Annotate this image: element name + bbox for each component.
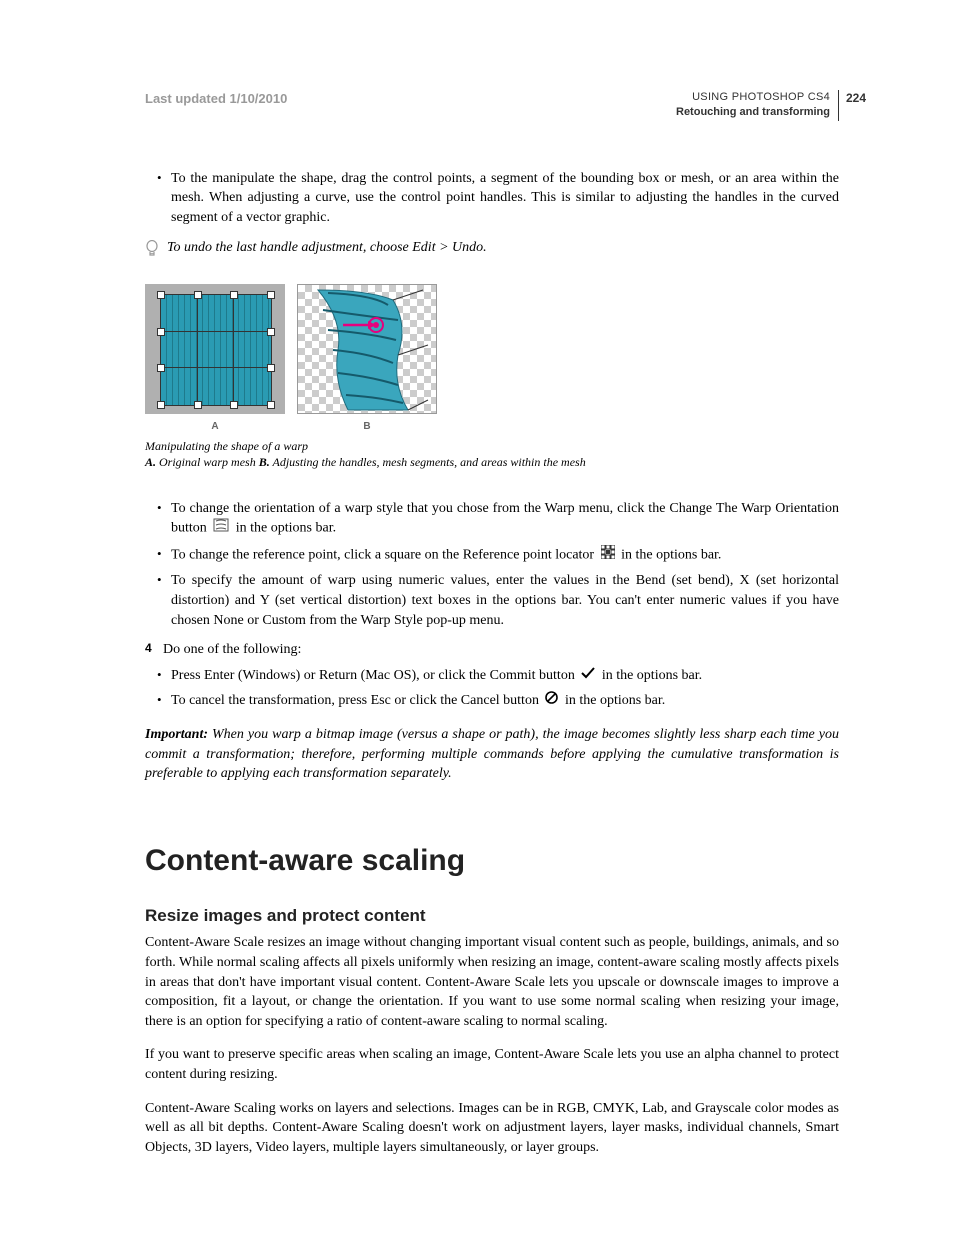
figure-caption-keys: A. Original warp mesh B. Adjusting the h…: [145, 454, 839, 470]
step-number: 4: [145, 640, 163, 660]
figure-row: A B: [145, 284, 839, 434]
bullet-text: Press Enter (Windows) or Return (Mac OS)…: [171, 666, 839, 686]
bullet-item: • To change the orientation of a warp st…: [157, 499, 839, 539]
section-heading: Content-aware scaling: [145, 840, 839, 882]
bullet-marker: •: [157, 499, 171, 539]
body-paragraph: Content-Aware Scale resizes an image wit…: [145, 933, 839, 1031]
important-label: Important:: [145, 727, 212, 742]
bullet-marker: •: [157, 691, 171, 711]
figure-panel-a: A: [145, 284, 285, 434]
figure-caption-title: Manipulating the shape of a warp: [145, 438, 839, 454]
chapter-title: Retouching and transforming: [676, 105, 830, 120]
important-body: When you warp a bitmap image (versus a s…: [145, 727, 839, 781]
bullet-text: To specify the amount of warp using nume…: [171, 571, 839, 630]
lightbulb-icon: [145, 238, 167, 265]
body-paragraph: Content-Aware Scaling works on layers an…: [145, 1099, 839, 1158]
bullet-text: To change the reference point, click a s…: [171, 545, 839, 566]
figure-image-a: [145, 284, 285, 414]
bullet-item: • To specify the amount of warp using nu…: [157, 571, 839, 630]
bullet-marker: •: [157, 169, 171, 228]
cancel-prohibit-icon: [545, 691, 558, 711]
warp-orientation-icon: [213, 518, 229, 539]
bullet-text: To cancel the transformation, press Esc …: [171, 691, 839, 711]
figure-key-b: B.: [259, 455, 270, 469]
page-content: • To the manipulate the shape, drag the …: [145, 169, 839, 1158]
figure-caption: Manipulating the shape of a warp A. Orig…: [145, 438, 839, 470]
bullet-marker: •: [157, 571, 171, 630]
bullet-text: To change the orientation of a warp styl…: [171, 499, 839, 539]
bullet-item: • Press Enter (Windows) or Return (Mac O…: [157, 666, 839, 686]
bullet-item: • To the manipulate the shape, drag the …: [157, 169, 839, 228]
document-page: Last updated 1/10/2010 USING PHOTOSHOP C…: [0, 0, 954, 1235]
bullet-marker: •: [157, 545, 171, 566]
subsection-heading: Resize images and protect content: [145, 904, 839, 928]
important-note: Important: When you warp a bitmap image …: [145, 725, 839, 784]
figure-panel-b: B: [297, 284, 437, 434]
bullet-text: To the manipulate the shape, drag the co…: [171, 169, 839, 228]
document-title: USING PHOTOSHOP CS4: [676, 90, 830, 105]
bullet-item: • To change the reference point, click a…: [157, 545, 839, 566]
bullet-marker: •: [157, 666, 171, 686]
bullet-item: • To cancel the transformation, press Es…: [157, 691, 839, 711]
reference-point-icon: [601, 545, 615, 566]
page-header: Last updated 1/10/2010 USING PHOTOSHOP C…: [145, 90, 839, 121]
figure-desc-b: Adjusting the handles, mesh segments, an…: [270, 455, 586, 469]
figure-label-b: B: [297, 420, 437, 434]
page-number: 224: [846, 90, 866, 107]
body-paragraph: If you want to preserve specific areas w…: [145, 1045, 839, 1084]
step-text: Do one of the following:: [163, 640, 301, 660]
last-updated-label: Last updated 1/10/2010: [145, 90, 287, 108]
figure-key-a: A.: [145, 455, 156, 469]
tip-row: To undo the last handle adjustment, choo…: [145, 238, 839, 265]
header-right: USING PHOTOSHOP CS4 Retouching and trans…: [676, 90, 839, 121]
figure-label-a: A: [145, 420, 285, 434]
numbered-step: 4 Do one of the following:: [145, 640, 839, 660]
figure-image-b: [297, 284, 437, 414]
tip-text: To undo the last handle adjustment, choo…: [167, 238, 487, 265]
figure-desc-a: Original warp mesh: [156, 455, 259, 469]
commit-checkmark-icon: [581, 666, 595, 686]
